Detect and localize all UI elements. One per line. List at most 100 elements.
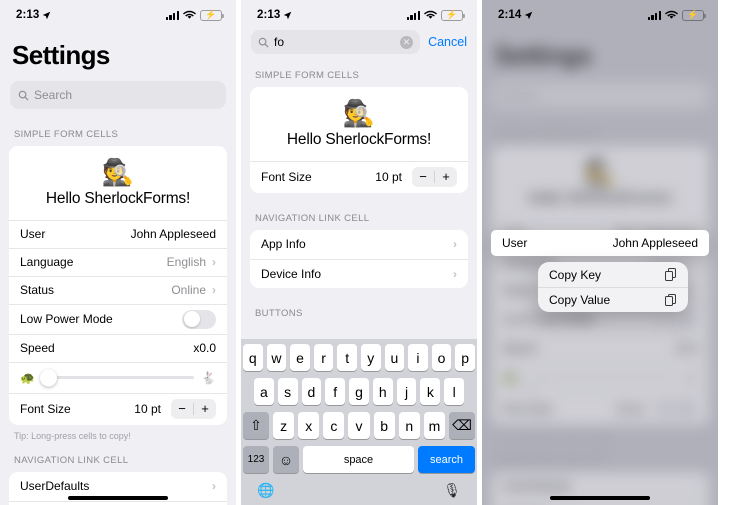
phone-panel-settings: 2:13 ⚡ Settings Search SIMPLE FORM CELLS… [0,0,236,505]
font-size-stepper[interactable]: − + [171,399,216,420]
clear-search-icon[interactable]: ✕ [400,35,414,49]
phone-panel-context-menu: Settings Search SIMPLE FORM CELLS 🕵️ Hel… [482,0,718,505]
space-key[interactable]: space [303,446,414,473]
battery-charging-icon: ⚡ [441,9,465,21]
row-label: Low Power Mode [20,312,113,327]
focused-cell-user[interactable]: User John Appleseed [491,230,709,256]
section-header-navigation-link-cell: NAVIGATION LINK CELL [255,212,370,224]
row-label: Device Info [261,266,322,281]
key-p[interactable]: p [455,344,475,371]
status-bar-left: 2:13 [257,9,292,21]
row-low-power-mode: Low Power Mode [9,303,227,334]
search-icon [258,37,269,48]
key-v[interactable]: v [348,412,370,439]
key-a[interactable]: a [253,378,274,405]
key-j[interactable]: j [396,378,417,405]
key-k[interactable]: k [420,378,441,405]
row-label: Font Size [261,170,312,185]
section-footer-tip: Tip: Long-press cells to copy! [14,430,131,441]
key-t[interactable]: t [337,344,357,371]
key-n[interactable]: n [398,412,420,439]
software-keyboard: q w e r t y u i o p a s d f g h j k l ⇧ … [241,339,477,505]
search-input[interactable]: fo ✕ [251,30,421,54]
simple-form-cells-card: 🕵️ Hello SherlockForms! Font Size 10 pt … [250,87,468,193]
low-power-mode-toggle[interactable] [182,309,216,329]
key-g[interactable]: g [349,378,369,405]
cellular-bars-icon [647,10,661,20]
hero-block: 🕵️ Hello SherlockForms! [250,87,468,161]
font-size-stepper[interactable]: − + [412,167,457,188]
context-menu-label: Copy Key [549,267,602,282]
row-app-info[interactable]: App Info › [250,230,468,259]
stepper-increment-button[interactable]: + [435,167,457,187]
shift-key[interactable]: ⇧ [243,412,269,439]
row-label: Language [20,255,74,270]
key-r[interactable]: r [313,344,334,371]
home-indicator [68,496,168,500]
cancel-search-button[interactable]: Cancel [428,35,467,49]
status-time: 2:13 [257,9,281,21]
hare-icon: 🐇 [201,370,216,385]
status-bar: 2:13 ⚡ [0,0,236,26]
row-app-info[interactable]: App Info › [9,500,227,505]
key-e[interactable]: e [290,344,310,371]
key-w[interactable]: w [266,344,287,371]
key-m[interactable]: m [423,412,445,439]
key-d[interactable]: d [301,378,322,405]
detective-emoji-icon: 🕵️ [342,98,376,128]
row-status[interactable]: Status Online › [9,275,227,304]
search-input[interactable]: Search [10,81,226,109]
search-key[interactable]: search [418,446,475,473]
search-bar-active: fo ✕ Cancel [241,26,477,62]
section-header-navigation-link-cell: NAVIGATION LINK CELL [14,454,129,466]
stepper-increment-button[interactable]: + [194,399,216,419]
cellular-bars-icon [165,10,179,20]
row-user[interactable]: User John Appleseed [9,219,227,248]
key-c[interactable]: c [323,412,345,439]
stepper-decrement-button[interactable]: − [412,167,434,187]
globe-icon[interactable]: 🌐 [257,482,274,499]
row-language[interactable]: Language English › [9,247,227,276]
microphone-icon[interactable]: 🎙 [443,482,461,499]
status-bar-right: ⚡ [165,9,224,21]
chevron-right-icon: › [212,255,216,270]
context-menu-item-copy-value[interactable]: Copy Value [538,287,688,312]
keyboard-row-2: a s d f g h j k l [243,378,475,405]
stepper-decrement-button[interactable]: − [171,399,193,419]
key-o[interactable]: o [431,344,452,371]
chevron-right-icon: › [453,237,457,252]
row-font-size: Font Size 10 pt − + [9,392,227,425]
emoji-key[interactable]: ☺ [273,446,299,473]
search-query-text: fo [274,35,285,49]
location-arrow-icon [284,11,292,19]
context-menu-item-copy-key[interactable]: Copy Key [538,262,688,287]
key-b[interactable]: b [373,412,395,439]
navigation-link-card: App Info › Device Info › [250,229,468,288]
slider-thumb[interactable] [40,369,57,387]
key-i[interactable]: i [408,344,428,371]
copy-icon [665,268,677,281]
key-u[interactable]: u [384,344,405,371]
numbers-key[interactable]: 123 [243,446,269,473]
speed-slider[interactable] [40,369,194,387]
location-arrow-icon [43,11,51,19]
detective-emoji-icon: 🕵️ [101,157,135,187]
key-y[interactable]: y [361,344,381,371]
key-x[interactable]: x [298,412,320,439]
row-device-info[interactable]: Device Info › [250,258,468,288]
wifi-icon [424,10,437,19]
search-placeholder: Search [34,88,73,102]
font-size-value: 10 pt [375,170,402,185]
section-header-simple-form-cells: SIMPLE FORM CELLS [14,129,119,140]
key-q[interactable]: q [243,344,263,371]
key-z[interactable]: z [273,412,295,439]
status-bar-right: ⚡ [647,9,706,21]
key-s[interactable]: s [277,378,298,405]
key-f[interactable]: f [325,378,346,405]
font-size-value: 10 pt [134,402,161,417]
status-bar: 2:14 ⚡ [482,0,718,26]
key-l[interactable]: l [444,378,465,405]
cellular-bars-icon [406,10,420,20]
backspace-key[interactable]: ⌫ [448,412,475,439]
key-h[interactable]: h [372,378,393,405]
